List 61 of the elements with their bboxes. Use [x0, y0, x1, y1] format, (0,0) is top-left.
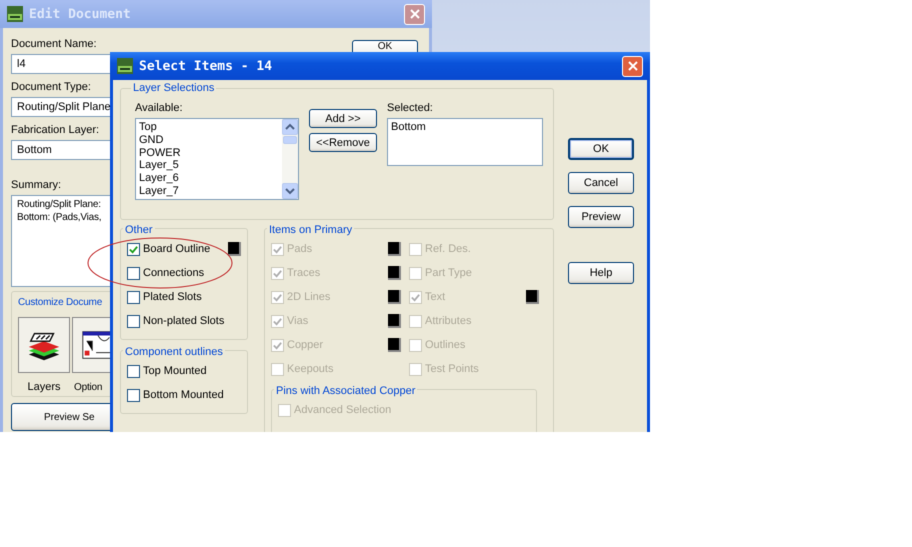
checkbox-label: Copper	[287, 338, 324, 352]
app-icon	[117, 58, 133, 74]
checkbox-label: Test Points	[425, 362, 480, 376]
checkbox-label: Text	[425, 290, 446, 304]
checkbox-label: Outlines	[425, 338, 466, 352]
group-title: Pins with Associated Copper	[274, 385, 418, 398]
window-title: Edit Document	[29, 6, 132, 22]
checkbox-label: Plated Slots	[143, 290, 203, 304]
checkbox-label: Ref. Des.	[425, 242, 472, 256]
list-item[interactable]: Bottom	[391, 121, 539, 134]
close-icon	[628, 61, 638, 71]
list-box[interactable]: Bottom	[387, 118, 543, 166]
checkbox-label: Non-plated Slots	[143, 314, 226, 328]
add-button[interactable]: Add >>	[309, 109, 377, 128]
checkbox-label: Keepouts	[287, 362, 334, 376]
checkbox-label: Pads	[287, 242, 314, 256]
dialog-button[interactable]: Help	[568, 262, 634, 284]
close-icon	[410, 9, 420, 19]
checkbox-label: Board Outline	[143, 242, 212, 256]
checkbox-label: Traces	[287, 266, 322, 280]
list-item[interactable]: Layer_5	[139, 159, 279, 172]
dialog-button[interactable]: Preview	[568, 206, 634, 228]
close-button[interactable]	[622, 56, 643, 76]
summary-line: Bottom: (Pads,Vias,	[17, 211, 102, 224]
list-item[interactable]: Layer_6	[139, 172, 279, 185]
checkbox-label: 2D Lines	[287, 290, 332, 304]
list-item[interactable]: Layer_7	[139, 184, 279, 198]
summary-label: Summary:	[11, 178, 62, 192]
group-title: Items on Primary	[267, 224, 354, 237]
dialog-button[interactable]: Cancel	[568, 172, 634, 194]
field-label: Document Name:	[11, 37, 98, 51]
dialog-button[interactable]: OK	[568, 138, 634, 160]
checkbox-label: Advanced Selection	[294, 404, 392, 416]
checkbox-label: Part Type	[425, 266, 473, 280]
checkbox[interactable]	[127, 364, 140, 378]
checkbox-label: Attributes	[425, 314, 472, 328]
list-box[interactable]: Top GND POWER Layer_5 Layer_6 Layer_7	[135, 118, 299, 200]
checkbox[interactable]	[127, 290, 140, 304]
button-caption: Option	[74, 381, 102, 394]
remove-button[interactable]: <<Remove	[309, 133, 377, 152]
app-icon	[7, 6, 23, 22]
group-title: Customize Docume	[18, 296, 102, 309]
checkbox[interactable]	[127, 242, 140, 256]
group-title: Layer Selections	[131, 82, 216, 95]
checkbox-label: Vias	[287, 314, 310, 328]
checkbox[interactable]	[127, 266, 140, 280]
checkbox-label: Bottom Mounted	[143, 388, 225, 402]
summary-line: Routing/Split Plane:	[17, 198, 102, 211]
scroll-bar[interactable]	[282, 119, 298, 199]
group-title: Component outlines	[123, 346, 225, 359]
field-label: Document Type:	[11, 80, 92, 94]
button-caption: Layers	[27, 381, 61, 394]
list-label: Selected:	[387, 101, 434, 115]
layers-button[interactable]	[18, 317, 70, 373]
checkbox[interactable]	[127, 314, 140, 328]
color-swatch[interactable]	[228, 242, 241, 256]
checkbox[interactable]	[127, 388, 140, 402]
checkbox-label: Connections	[143, 266, 206, 280]
checkbox-label: Top Mounted	[143, 364, 208, 378]
list-item[interactable]: Top	[139, 121, 279, 134]
field-label: Fabrication Layer:	[11, 123, 100, 137]
